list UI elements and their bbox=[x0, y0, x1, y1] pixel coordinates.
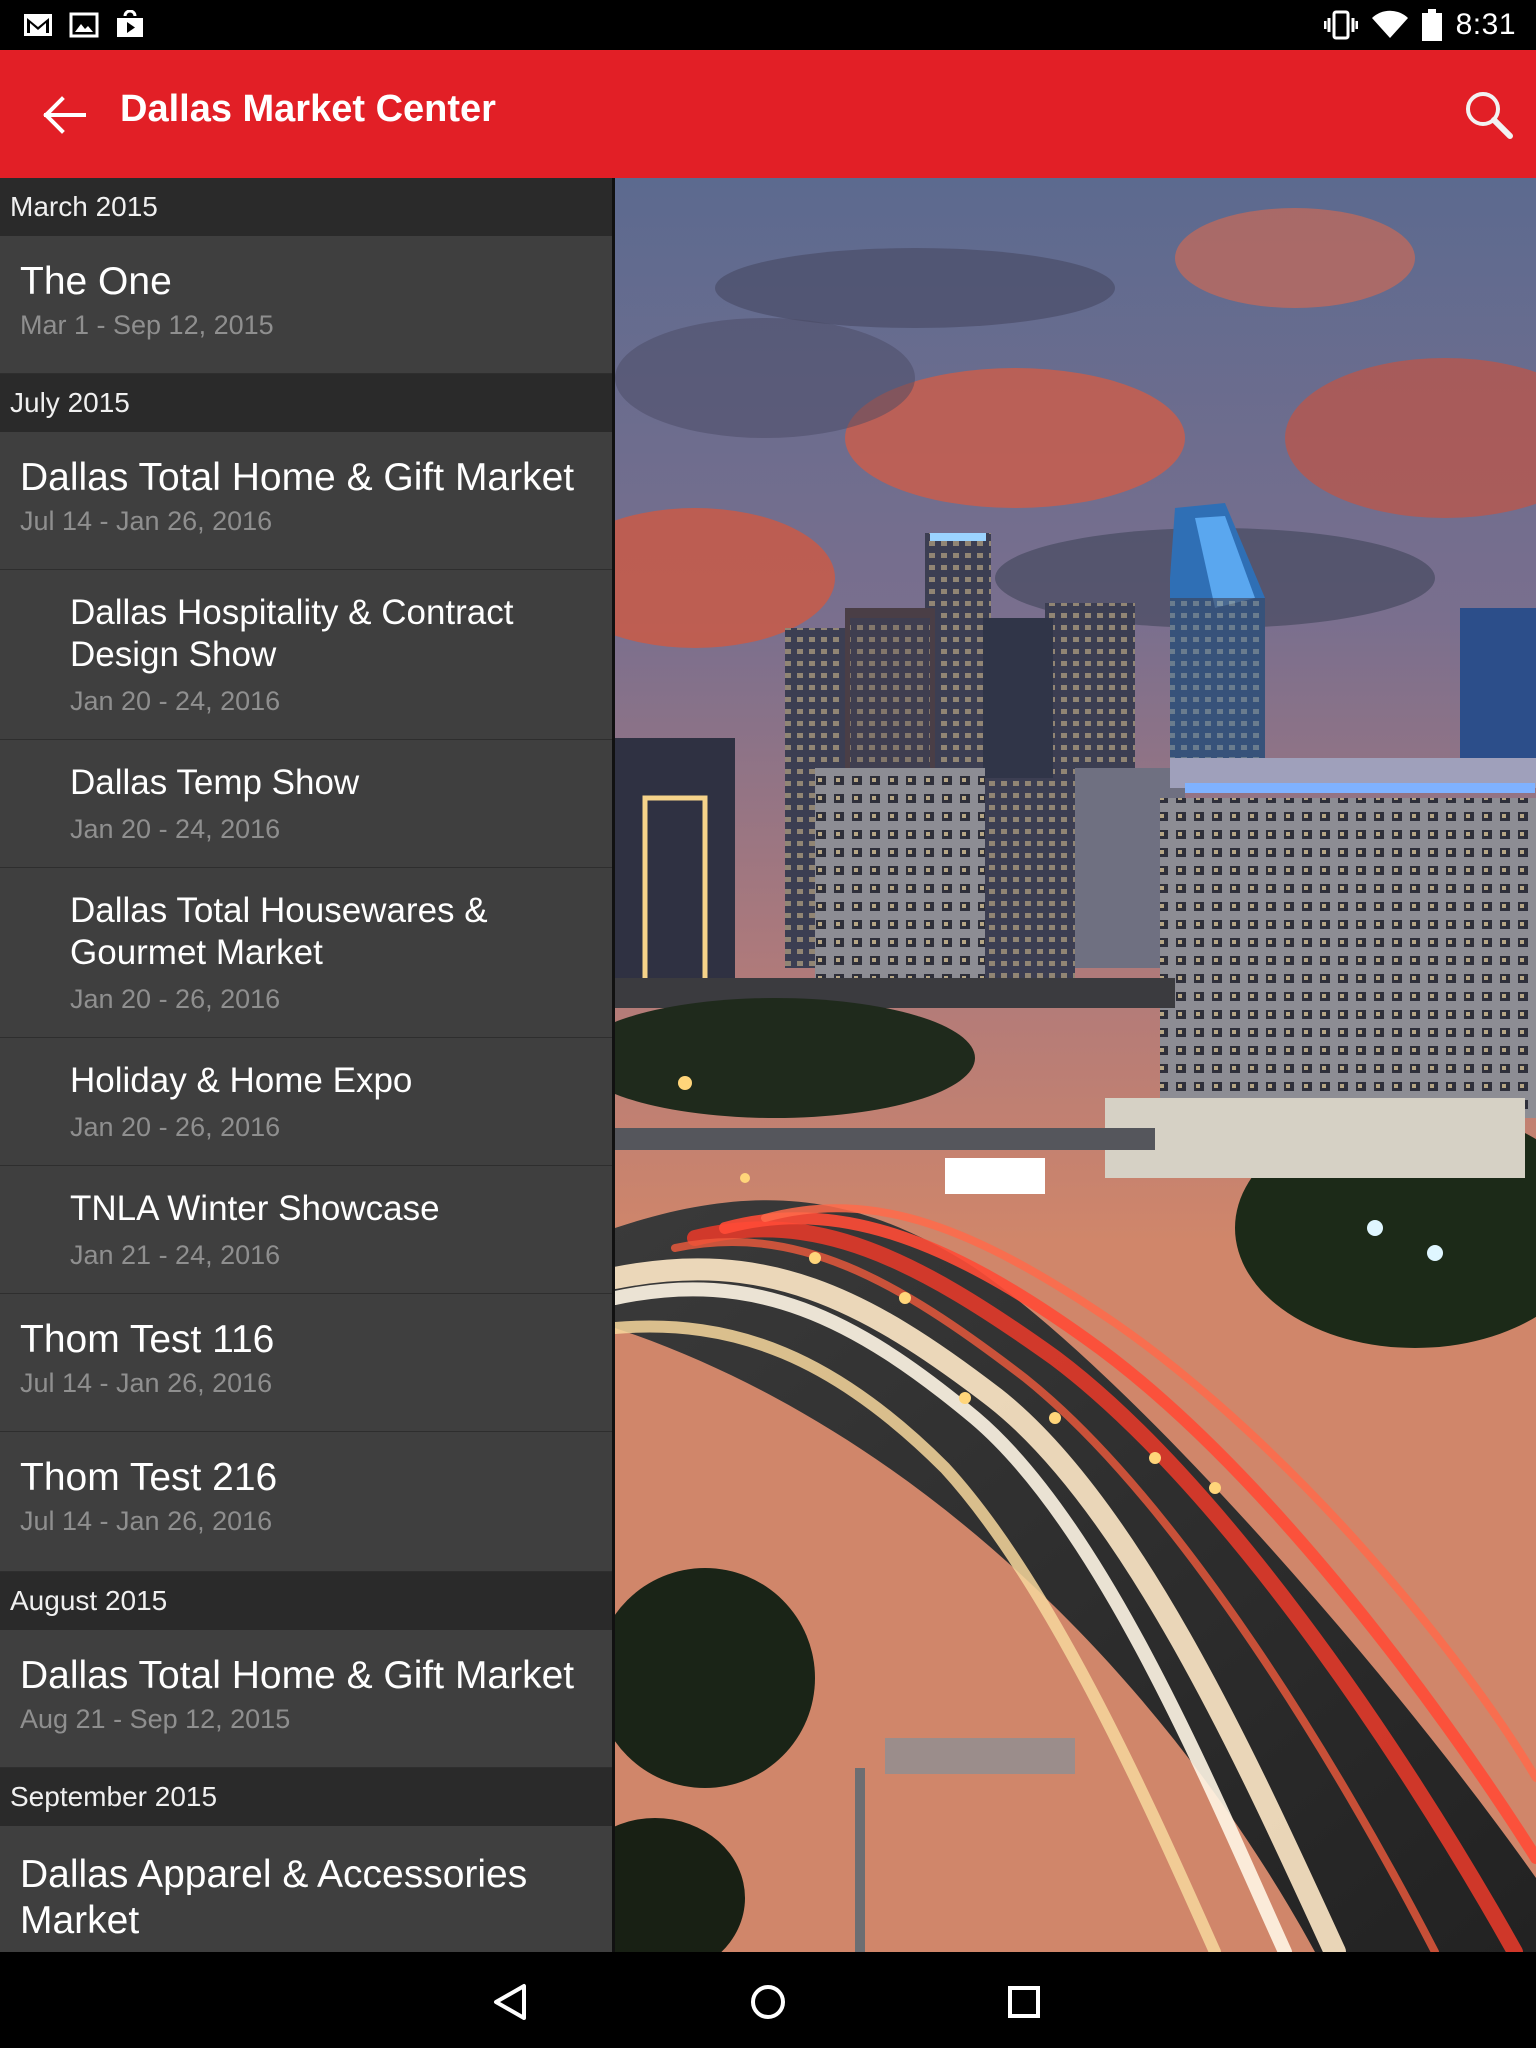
page-title: Dallas Market Center bbox=[120, 88, 496, 130]
clock: 8:31 bbox=[1455, 8, 1516, 41]
search-icon[interactable] bbox=[1462, 88, 1514, 140]
play-store-icon bbox=[117, 10, 143, 37]
event-name: Dallas Hospitality & Contract Design Sho… bbox=[70, 593, 514, 674]
list-item-dallas-apparel-accessories-market[interactable]: Dallas Apparel & Accessories Market bbox=[0, 1826, 612, 1952]
event-dates: Jul 14 - Jan 26, 2016 bbox=[20, 1368, 273, 1398]
dallas-skyline-photo bbox=[615, 178, 1536, 1952]
list-item-tnla-winter-showcase[interactable]: TNLA Winter Showcase Jan 21 - 24, 2016 bbox=[0, 1166, 612, 1294]
event-list[interactable]: March 2015 The One Mar 1 - Sep 12, 2015 … bbox=[0, 178, 612, 1952]
event-name: Thom Test 116 bbox=[20, 1318, 275, 1361]
navigation-bar bbox=[0, 1952, 1536, 2048]
battery-icon bbox=[1421, 9, 1442, 41]
event-name: Dallas Apparel & Accessories Market bbox=[20, 1853, 528, 1942]
event-dates: Jan 20 - 26, 2016 bbox=[70, 984, 281, 1014]
section-header-september-2015: September 2015 bbox=[0, 1768, 612, 1826]
event-name: Dallas Total Housewares & Gourmet Market bbox=[70, 891, 488, 972]
list-item-dallas-hospitality-contract-design-show[interactable]: Dallas Hospitality & Contract Design Sho… bbox=[0, 570, 612, 740]
arrow-back-icon[interactable] bbox=[40, 90, 90, 140]
section-header-july-2015: July 2015 bbox=[0, 374, 612, 432]
list-item-the-one[interactable]: The One Mar 1 - Sep 12, 2015 bbox=[0, 236, 612, 374]
event-name: Dallas Total Home & Gift Market bbox=[20, 456, 575, 499]
event-dates: Jul 14 - Jan 26, 2016 bbox=[20, 506, 273, 536]
wifi-icon bbox=[1371, 10, 1408, 39]
gallery-icon bbox=[69, 12, 99, 38]
event-name: The One bbox=[20, 260, 172, 303]
event-name: Thom Test 216 bbox=[20, 1456, 278, 1499]
event-dates: Mar 1 - Sep 12, 2015 bbox=[20, 310, 274, 340]
event-name: Holiday & Home Expo bbox=[70, 1061, 413, 1100]
event-dates: Jan 20 - 26, 2016 bbox=[70, 1112, 281, 1142]
list-item-dallas-temp-show[interactable]: Dallas Temp Show Jan 20 - 24, 2016 bbox=[0, 740, 612, 868]
gmail-icon bbox=[24, 14, 52, 36]
event-name: TNLA Winter Showcase bbox=[70, 1189, 440, 1228]
home-nav-icon[interactable] bbox=[740, 1974, 796, 2030]
vibrate-icon bbox=[1323, 10, 1358, 40]
list-item-dallas-total-home-gift-market[interactable]: Dallas Total Home & Gift Market Jul 14 -… bbox=[0, 432, 612, 570]
list-item-dallas-total-home-gift-market-august[interactable]: Dallas Total Home & Gift Market Aug 21 -… bbox=[0, 1630, 612, 1768]
list-item-holiday-home-expo[interactable]: Holiday & Home Expo Jan 20 - 26, 2016 bbox=[0, 1038, 612, 1166]
event-name: Dallas Total Home & Gift Market bbox=[20, 1654, 575, 1697]
list-item-thom-test-216[interactable]: Thom Test 216 Jul 14 - Jan 26, 2016 bbox=[0, 1432, 612, 1572]
app-bar: Dallas Market Center bbox=[0, 50, 1536, 178]
event-dates: Jul 14 - Jan 26, 2016 bbox=[20, 1506, 273, 1536]
list-item-dallas-total-housewares-gourmet-market[interactable]: Dallas Total Housewares & Gourmet Market… bbox=[0, 868, 612, 1038]
section-header-march-2015: March 2015 bbox=[0, 178, 612, 236]
status-bar: 8:31 bbox=[0, 0, 1536, 50]
event-dates: Jan 20 - 24, 2016 bbox=[70, 814, 281, 844]
event-dates: Jan 20 - 24, 2016 bbox=[70, 686, 281, 716]
recents-nav-icon[interactable] bbox=[996, 1974, 1052, 2030]
back-nav-icon[interactable] bbox=[484, 1974, 540, 2030]
list-item-thom-test-116[interactable]: Thom Test 116 Jul 14 - Jan 26, 2016 bbox=[0, 1294, 612, 1432]
event-name: Dallas Temp Show bbox=[70, 763, 360, 802]
section-header-august-2015: August 2015 bbox=[0, 1572, 612, 1630]
event-dates: Aug 21 - Sep 12, 2015 bbox=[20, 1704, 291, 1734]
event-dates: Jan 21 - 24, 2016 bbox=[70, 1240, 281, 1270]
